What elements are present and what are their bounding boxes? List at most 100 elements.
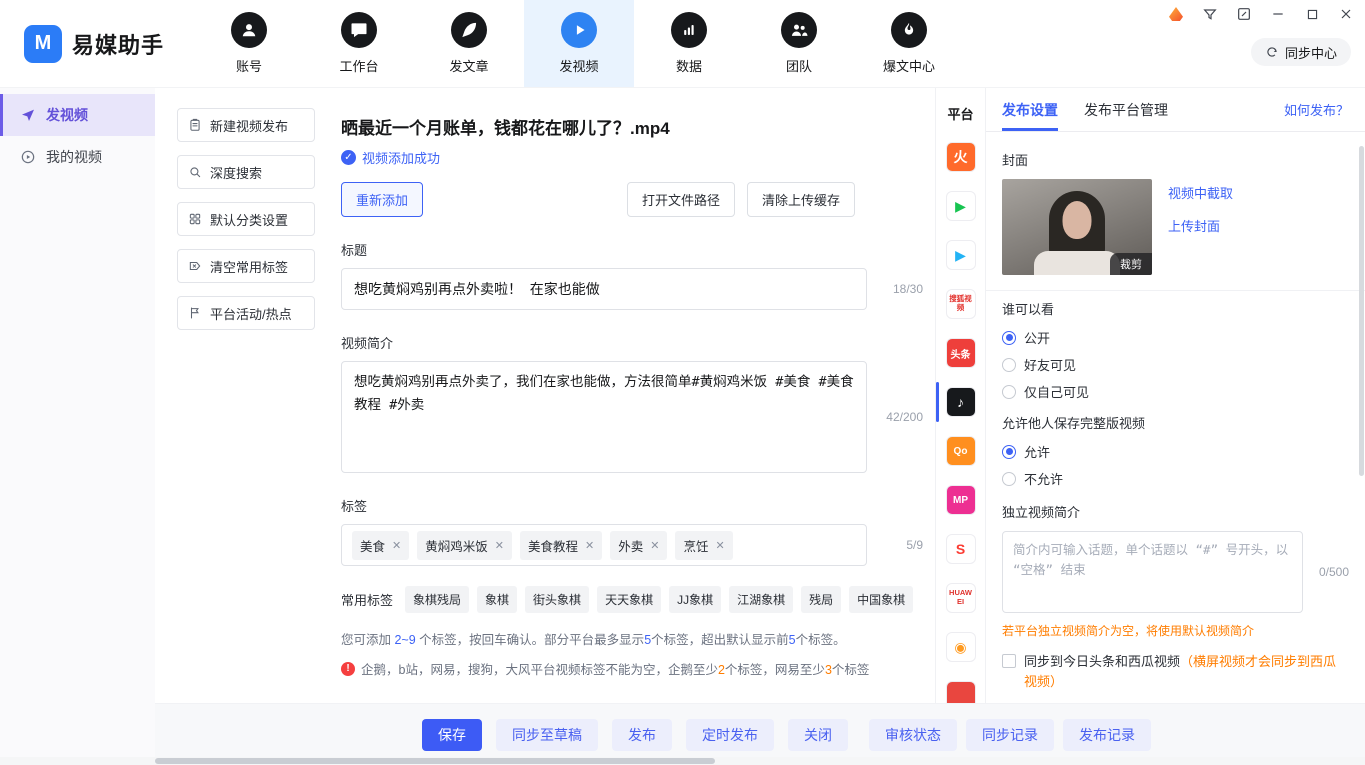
platform-icon-huawei[interactable]: HUAWEI <box>936 583 985 613</box>
horizontal-scrollbar[interactable] <box>0 757 1365 765</box>
sync-to-draft-button[interactable]: 同步至草稿 <box>496 719 598 751</box>
chart-icon <box>671 12 707 48</box>
app-window: M 易媒助手 账号 工作台 发文章 发视频 数据 <box>0 0 1365 765</box>
tab-publish-settings[interactable]: 发布设置 <box>1002 88 1058 131</box>
platform-icon-haokan[interactable]: ▶ <box>936 240 985 270</box>
platform-activity-button[interactable]: 平台活动/热点 <box>177 296 315 330</box>
nav-item-workbench[interactable]: 工作台 <box>304 0 414 87</box>
publish-settings-panel: 发布设置 发布平台管理 如何发布？ 封面 裁剪 <box>985 88 1365 703</box>
sync-toutiao-checkbox-row[interactable]: 同步到今日头条和西瓜视频（横屏视频才会同步到西瓜视频） <box>1002 652 1349 691</box>
sidebar-item-post-video[interactable]: 发视频 <box>0 94 155 136</box>
common-tag-chip[interactable]: 残局 <box>801 586 841 613</box>
visibility-option-friends[interactable]: 好友可见 <box>1002 355 1349 374</box>
quick-actions: 新建视频发布 深度搜索 默认分类设置 清空常用标签 <box>155 88 327 703</box>
common-tag-chip[interactable]: JJ象棋 <box>669 586 721 613</box>
common-tag-chip[interactable]: 天天象棋 <box>597 586 661 613</box>
remove-tag-icon[interactable] <box>495 539 504 552</box>
exclamation-icon <box>341 662 355 676</box>
independent-desc-note: 若平台独立视频简介为空，将使用默认视频简介 <box>1002 622 1349 639</box>
maximize-button[interactable] <box>1303 5 1321 23</box>
common-tag-chip[interactable]: 中国象棋 <box>849 586 913 613</box>
description-label: 视频简介 <box>341 333 923 352</box>
common-tag-chip[interactable]: 象棋 <box>477 586 517 613</box>
send-icon <box>20 107 36 123</box>
platform-icon-meipai[interactable]: MP <box>936 485 985 515</box>
remove-tag-icon[interactable] <box>585 539 594 552</box>
visibility-option-public[interactable]: 公开 <box>1002 328 1349 347</box>
nav-item-account[interactable]: 账号 <box>194 0 304 87</box>
nav-item-hot-center[interactable]: 爆文中心 <box>854 0 964 87</box>
platform-icon-toutiao[interactable]: 头条 <box>936 338 985 368</box>
allow-save-option-no[interactable]: 不允许 <box>1002 469 1349 488</box>
upload-cover-link[interactable]: 上传封面 <box>1168 216 1233 235</box>
independent-desc-textarea[interactable] <box>1002 531 1303 613</box>
tab-platform-management[interactable]: 发布平台管理 <box>1084 88 1168 131</box>
remove-tag-icon[interactable] <box>715 539 724 552</box>
publish-button[interactable]: 发布 <box>612 719 672 751</box>
common-tag-chip[interactable]: 街头象棋 <box>525 586 589 613</box>
common-tag-chip[interactable]: 象棋残局 <box>405 586 469 613</box>
common-tag-chip[interactable]: 江湖象棋 <box>729 586 793 613</box>
clear-common-tags-button[interactable]: 清空常用标签 <box>177 249 315 283</box>
description-textarea[interactable]: 想吃黄焖鸡别再点外卖了，我们在家也能做，方法很简单#黄焖鸡米饭 #美食 #美食教… <box>341 361 867 473</box>
remove-tag-icon[interactable] <box>650 539 659 552</box>
platform-icon-qutoutiao[interactable]: Qo <box>936 436 985 466</box>
sidebar-item-my-videos[interactable]: 我的视频 <box>0 136 155 178</box>
nav-item-post-article[interactable]: 发文章 <box>414 0 524 87</box>
tags-input[interactable]: 美食 黄焖鸡米饭 美食教程 外卖 烹饪 <box>341 524 867 566</box>
how-to-publish-link[interactable]: 如何发布？ <box>1284 100 1349 119</box>
tag-chip[interactable]: 美食教程 <box>520 531 602 560</box>
clear-upload-cache-button[interactable]: 清除上传缓存 <box>747 182 855 217</box>
audit-status-button[interactable]: 审核状态 <box>869 719 957 751</box>
nav-label: 爆文中心 <box>883 56 935 75</box>
window-controls <box>1167 5 1355 23</box>
filter-icon[interactable] <box>1201 5 1219 23</box>
platform-icon-sogou[interactable]: S <box>936 534 985 564</box>
action-label: 新建视频发布 <box>210 116 288 135</box>
title-input[interactable] <box>341 268 867 310</box>
open-file-path-button[interactable]: 打开文件路径 <box>627 182 735 217</box>
radio-icon <box>1002 358 1016 372</box>
grid-icon <box>188 212 202 226</box>
tag-chip[interactable]: 美食 <box>352 531 409 560</box>
tag-chip[interactable]: 外卖 <box>610 531 667 560</box>
checkbox-icon[interactable] <box>1002 654 1016 668</box>
minimize-button[interactable] <box>1269 5 1287 23</box>
schedule-publish-button[interactable]: 定时发布 <box>686 719 774 751</box>
nav-item-data[interactable]: 数据 <box>634 0 744 87</box>
sync-center-button[interactable]: 同步中心 <box>1251 38 1351 66</box>
publish-log-button[interactable]: 发布记录 <box>1063 719 1151 751</box>
visibility-option-private[interactable]: 仅自己可见 <box>1002 382 1349 401</box>
platform-icon-iqiyi[interactable]: ▶ <box>936 191 985 221</box>
platform-icon-huoshan[interactable]: 火 <box>936 142 985 172</box>
edit-icon[interactable] <box>1235 5 1253 23</box>
skin-icon[interactable] <box>1167 5 1185 23</box>
tag-chip[interactable]: 黄焖鸡米饭 <box>417 531 512 560</box>
horizontal-scrollbar-thumb[interactable] <box>155 758 715 764</box>
platform-icon-weibo[interactable]: ◉ <box>936 632 985 662</box>
nav-item-post-video[interactable]: 发视频 <box>524 0 634 87</box>
allow-save-option-yes[interactable]: 允许 <box>1002 442 1349 461</box>
remove-tag-icon[interactable] <box>392 539 401 552</box>
platform-icon-douyin[interactable]: ♪ <box>936 387 985 417</box>
tag-chip[interactable]: 烹饪 <box>675 531 732 560</box>
save-button[interactable]: 保存 <box>422 719 482 751</box>
tags-hint: 您可添加 2~9 个标签，按回车确认。部分平台最多显示5个标签，超出默认显示前5… <box>341 629 923 648</box>
deep-search-button[interactable]: 深度搜索 <box>177 155 315 189</box>
nav-item-team[interactable]: 团队 <box>744 0 854 87</box>
crop-button[interactable]: 裁剪 <box>1110 253 1152 275</box>
sync-log-button[interactable]: 同步记录 <box>966 719 1054 751</box>
new-video-publish-button[interactable]: 新建视频发布 <box>177 108 315 142</box>
capture-from-video-link[interactable]: 视频中截取 <box>1168 183 1233 202</box>
default-category-settings-button[interactable]: 默认分类设置 <box>177 202 315 236</box>
tags-warning: 企鹅，b站，网易，搜狗，大风平台视频标签不能为空，企鹅至少2个标签，网易至少3个… <box>341 659 923 678</box>
radio-icon <box>1002 472 1016 486</box>
close-button[interactable] <box>1337 5 1355 23</box>
close-panel-button[interactable]: 关闭 <box>788 719 848 751</box>
vertical-scrollbar[interactable] <box>1359 146 1364 476</box>
platform-icon-sohu-video[interactable]: 搜狐视频 <box>936 289 985 319</box>
platform-icon-platform-12[interactable] <box>936 681 985 703</box>
radio-icon <box>1002 445 1016 459</box>
cover-thumbnail[interactable]: 裁剪 <box>1002 179 1152 275</box>
readd-video-button[interactable]: 重新添加 <box>341 182 423 217</box>
